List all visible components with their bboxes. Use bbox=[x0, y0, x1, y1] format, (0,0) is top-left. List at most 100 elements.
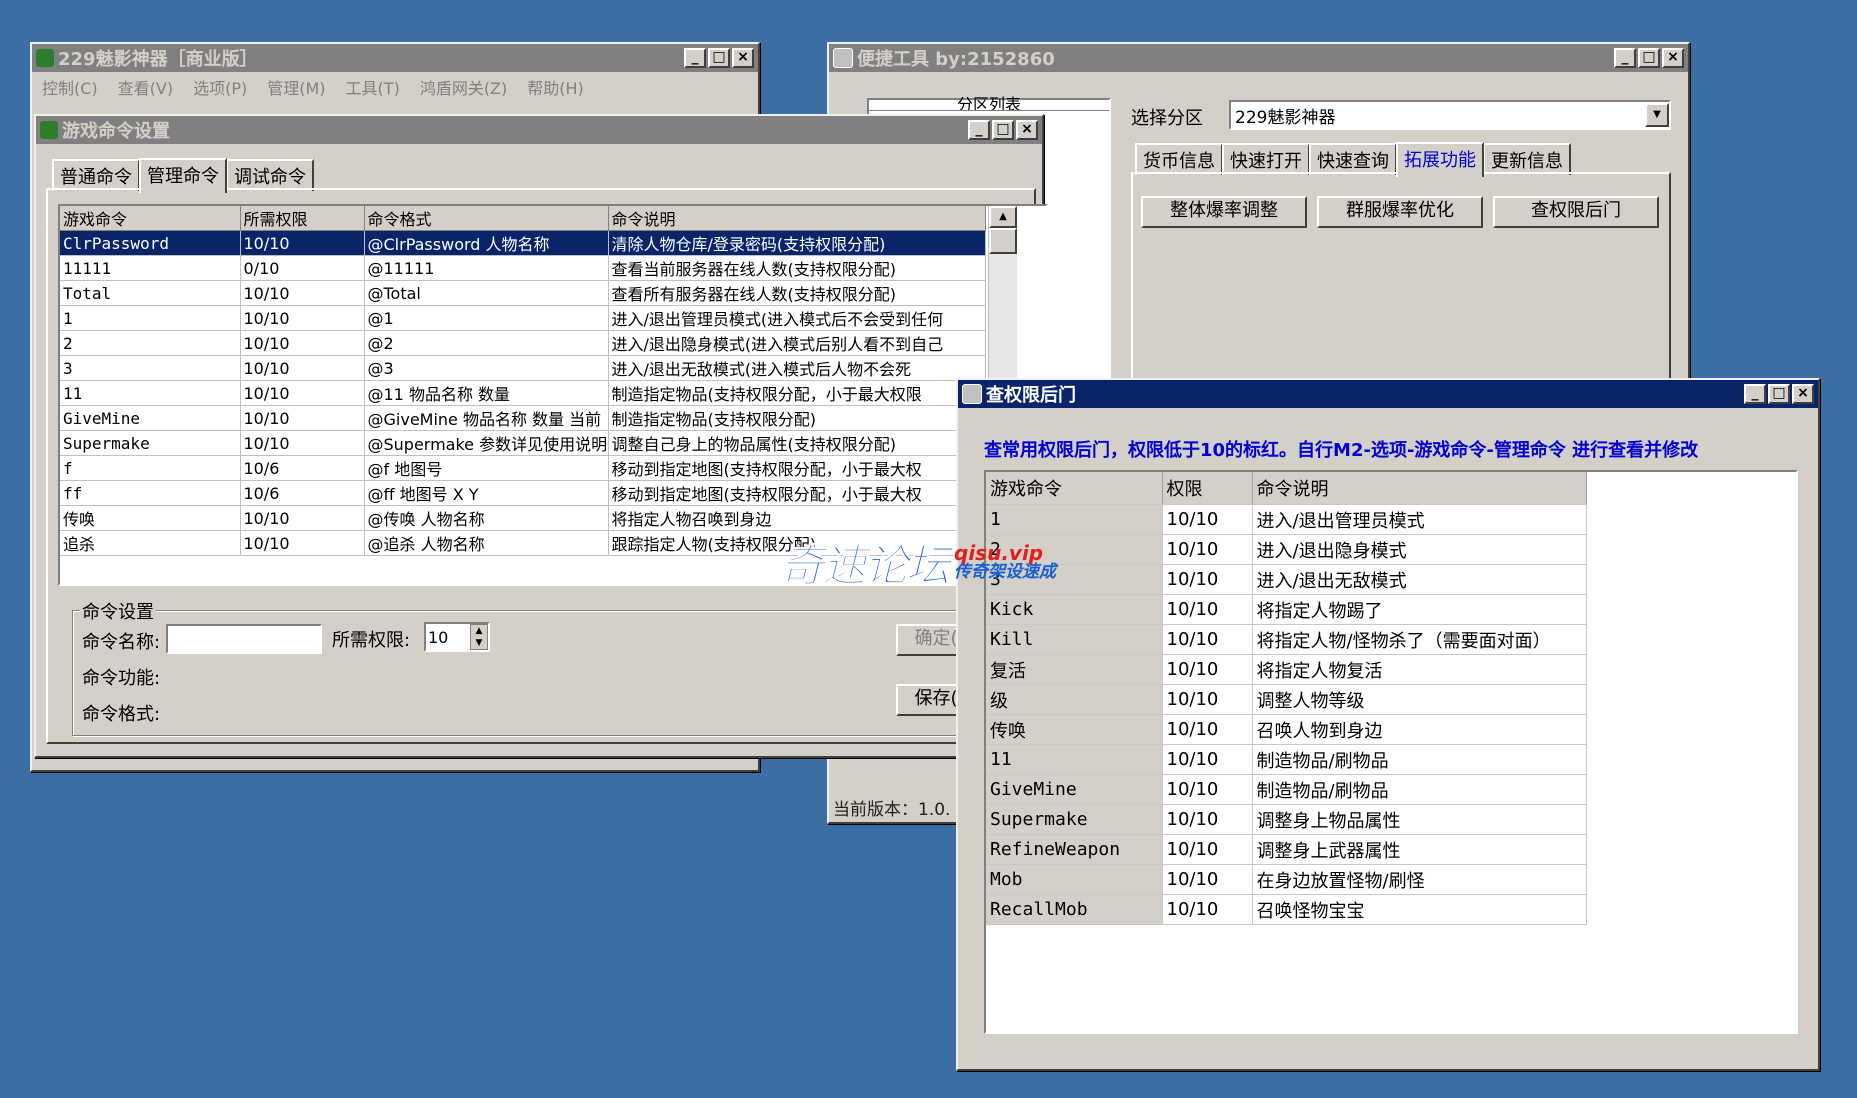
cell-command: GiveMine bbox=[60, 405, 241, 431]
menu-manage[interactable]: 管理(M) bbox=[267, 75, 325, 99]
list-item[interactable]: Kick 10/10 将指定人物踢了 bbox=[986, 594, 1587, 625]
maximize-button[interactable]: □ bbox=[708, 48, 730, 68]
cell-bd-command: RecallMob bbox=[986, 894, 1163, 925]
menu-help[interactable]: 帮助(H) bbox=[527, 75, 584, 99]
col-bd-desc[interactable]: 命令说明 bbox=[1252, 472, 1587, 505]
list-item[interactable]: 2 10/10 进入/退出隐身模式 bbox=[986, 534, 1587, 565]
backdoor-maximize-button[interactable]: □ bbox=[1768, 384, 1790, 404]
list-item[interactable]: 1 10/10 进入/退出管理员模式 bbox=[986, 504, 1587, 535]
list-item[interactable]: GiveMine 10/10 制造物品/刷物品 bbox=[986, 774, 1587, 805]
tab-normal-commands[interactable]: 普通命令 bbox=[52, 159, 140, 191]
cell-bd-perm: 10/10 bbox=[1162, 624, 1253, 655]
required-perm-stepper[interactable]: 10 ▲ ▼ bbox=[424, 622, 490, 652]
check-backdoor-button[interactable]: 查权限后门 bbox=[1493, 196, 1659, 228]
backdoor-close-button[interactable]: × bbox=[1792, 384, 1814, 404]
cell-perm: 10/10 bbox=[240, 355, 365, 381]
table-row[interactable]: Total 10/10 @Total 查看所有服务器在线人数(支持权限分配) bbox=[60, 280, 986, 306]
cell-desc: 制造指定物品(支持权限分配) bbox=[608, 405, 986, 431]
list-item[interactable]: 级 10/10 调整人物等级 bbox=[986, 684, 1587, 715]
cmd-minimize-button[interactable]: _ bbox=[968, 120, 990, 140]
table-row[interactable]: 2 10/10 @2 进入/退出隐身模式(进入模式后别人看不到自己 bbox=[60, 330, 986, 356]
backdoor-grid: 游戏命令 权限 命令说明 1 10/10 进入/退出管理员模式 2 10/10 进入/退出… bbox=[986, 472, 1587, 925]
scroll-thumb[interactable] bbox=[989, 228, 1017, 254]
cmd-close-button[interactable]: × bbox=[1016, 120, 1038, 140]
menu-tools[interactable]: 工具(T) bbox=[346, 75, 400, 99]
tab-extensions[interactable]: 拓展功能 bbox=[1396, 142, 1484, 177]
partition-select[interactable]: 229魅影神器 ▼ bbox=[1229, 100, 1671, 130]
list-item[interactable]: Kill 10/10 将指定人物/怪物杀了（需要面对面） bbox=[986, 624, 1587, 655]
list-item[interactable]: 复活 10/10 将指定人物复活 bbox=[986, 654, 1587, 685]
menu-options[interactable]: 选项(P) bbox=[193, 75, 247, 99]
col-bd-perm[interactable]: 权限 bbox=[1162, 472, 1253, 505]
table-row[interactable]: GiveMine 10/10 @GiveMine 物品名称 数量 当前 制造指定物品(… bbox=[60, 405, 986, 431]
table-row[interactable]: 11 10/10 @11 物品名称 数量 制造指定物品(支持权限分配，小于最大权限 bbox=[60, 380, 986, 406]
table-row[interactable]: 3 10/10 @3 进入/退出无敌模式(进入模式后人物不会死 bbox=[60, 355, 986, 381]
col-command-format[interactable]: 命令格式 bbox=[364, 206, 609, 231]
table-row[interactable]: ClrPassword 10/10 @ClrPassword 人物名称 清除人物仓库/… bbox=[60, 230, 986, 256]
table-row[interactable]: 1 10/10 @1 进入/退出管理员模式(进入模式后不会受到任何 bbox=[60, 305, 986, 331]
tool-close-button[interactable]: × bbox=[1662, 48, 1684, 68]
cell-command: Total bbox=[60, 280, 241, 306]
cell-command: 11 bbox=[60, 380, 241, 406]
table-row[interactable]: 追杀 10/10 @追杀 人物名称 跟踪指定人物(支持权限分配) bbox=[60, 530, 986, 556]
tab-quick-open[interactable]: 快速打开 bbox=[1222, 143, 1310, 175]
table-row[interactable]: 11111 0/10 @11111 查看当前服务器在线人数(支持权限分配) bbox=[60, 255, 986, 281]
list-item[interactable]: Supermake 10/10 调整身上物品属性 bbox=[986, 804, 1587, 835]
overall-droprate-button[interactable]: 整体爆率调整 bbox=[1141, 196, 1307, 228]
list-item[interactable]: 3 10/10 进入/退出无敌模式 bbox=[986, 564, 1587, 595]
col-game-command[interactable]: 游戏命令 bbox=[60, 206, 241, 231]
backdoor-titlebar[interactable]: 查权限后门 _ □ × bbox=[958, 380, 1818, 408]
col-bd-command[interactable]: 游戏命令 bbox=[986, 472, 1163, 505]
col-required-perm[interactable]: 所需权限 bbox=[240, 206, 365, 231]
backdoor-table: 游戏命令 权限 命令说明 1 10/10 进入/退出管理员模式 2 10/10 进入/退出… bbox=[984, 470, 1798, 1034]
group-droprate-button[interactable]: 群服爆率优化 bbox=[1317, 196, 1483, 228]
tab-debug-commands[interactable]: 调试命令 bbox=[226, 159, 314, 191]
tab-updates[interactable]: 更新信息 bbox=[1483, 143, 1571, 175]
tool-maximize-button[interactable]: □ bbox=[1638, 48, 1660, 68]
col-command-desc[interactable]: 命令说明 bbox=[608, 206, 986, 231]
cell-perm: 10/6 bbox=[240, 480, 365, 506]
backdoor-minimize-button[interactable]: _ bbox=[1744, 384, 1766, 404]
list-item[interactable]: RecallMob 10/10 召唤怪物宝宝 bbox=[986, 894, 1587, 925]
cell-format: @Total bbox=[364, 280, 609, 306]
menu-gateway[interactable]: 鸿盾网关(Z) bbox=[420, 75, 507, 99]
cell-desc: 进入/退出管理员模式(进入模式后不会受到任何 bbox=[608, 305, 986, 331]
main-title: 229魅影神器［商业版］ bbox=[58, 49, 258, 70]
command-name-input[interactable] bbox=[166, 624, 322, 654]
cell-bd-perm: 10/10 bbox=[1162, 864, 1253, 895]
table-row[interactable]: ff 10/6 @ff 地图号 X Y 移动到指定地图(支持权限分配，小于最大权 bbox=[60, 480, 986, 506]
tab-currency[interactable]: 货币信息 bbox=[1135, 143, 1223, 175]
chevron-down-icon[interactable]: ▼ bbox=[1645, 103, 1669, 127]
list-item[interactable]: 11 10/10 制造物品/刷物品 bbox=[986, 744, 1587, 775]
cell-bd-command: 1 bbox=[986, 504, 1163, 535]
cell-desc: 查看当前服务器在线人数(支持权限分配) bbox=[608, 255, 986, 281]
minimize-button[interactable]: _ bbox=[684, 48, 706, 68]
app-icon bbox=[36, 49, 54, 67]
scroll-up-icon[interactable]: ▲ bbox=[989, 206, 1017, 228]
table-row[interactable]: Supermake 10/10 @Supermake 参数详见使用说明 调整自己身上的… bbox=[60, 430, 986, 456]
tab-quick-query[interactable]: 快速查询 bbox=[1309, 143, 1397, 175]
table-row[interactable]: f 10/6 @f 地图号 移动到指定地图(支持权限分配，小于最大权 bbox=[60, 455, 986, 481]
stepper-arrows-icon[interactable]: ▲ ▼ bbox=[470, 624, 488, 650]
close-button[interactable]: × bbox=[732, 48, 754, 68]
table-row[interactable]: 传唤 10/10 @传唤 人物名称 将指定人物召唤到身边 bbox=[60, 505, 986, 531]
tool-minimize-button[interactable]: _ bbox=[1614, 48, 1636, 68]
cell-format: @传唤 人物名称 bbox=[364, 505, 609, 531]
cmd-titlebar[interactable]: 游戏命令设置 _ □ × bbox=[36, 116, 1042, 144]
command-grid-header: 游戏命令 所需权限 命令格式 命令说明 bbox=[60, 206, 986, 231]
cell-command: 3 bbox=[60, 355, 241, 381]
cell-format: @2 bbox=[364, 330, 609, 356]
cell-bd-command: 传唤 bbox=[986, 714, 1163, 745]
cmd-maximize-button[interactable]: □ bbox=[992, 120, 1014, 140]
menu-control[interactable]: 控制(C) bbox=[42, 75, 98, 99]
list-item[interactable]: RefineWeapon 10/10 调整身上武器属性 bbox=[986, 834, 1587, 865]
backdoor-title: 查权限后门 bbox=[986, 385, 1076, 406]
list-item[interactable]: 传唤 10/10 召唤人物到身边 bbox=[986, 714, 1587, 745]
list-item[interactable]: Mob 10/10 在身边放置怪物/刷怪 bbox=[986, 864, 1587, 895]
tool-titlebar[interactable]: 便捷工具 by:2152860 _ □ × bbox=[829, 44, 1688, 72]
cell-bd-desc: 调整人物等级 bbox=[1252, 684, 1587, 715]
menu-view[interactable]: 查看(V) bbox=[118, 75, 173, 99]
main-titlebar[interactable]: 229魅影神器［商业版］ _ □ × bbox=[32, 44, 758, 72]
tab-admin-commands[interactable]: 管理命令 bbox=[139, 158, 227, 193]
cell-perm: 0/10 bbox=[240, 255, 365, 281]
